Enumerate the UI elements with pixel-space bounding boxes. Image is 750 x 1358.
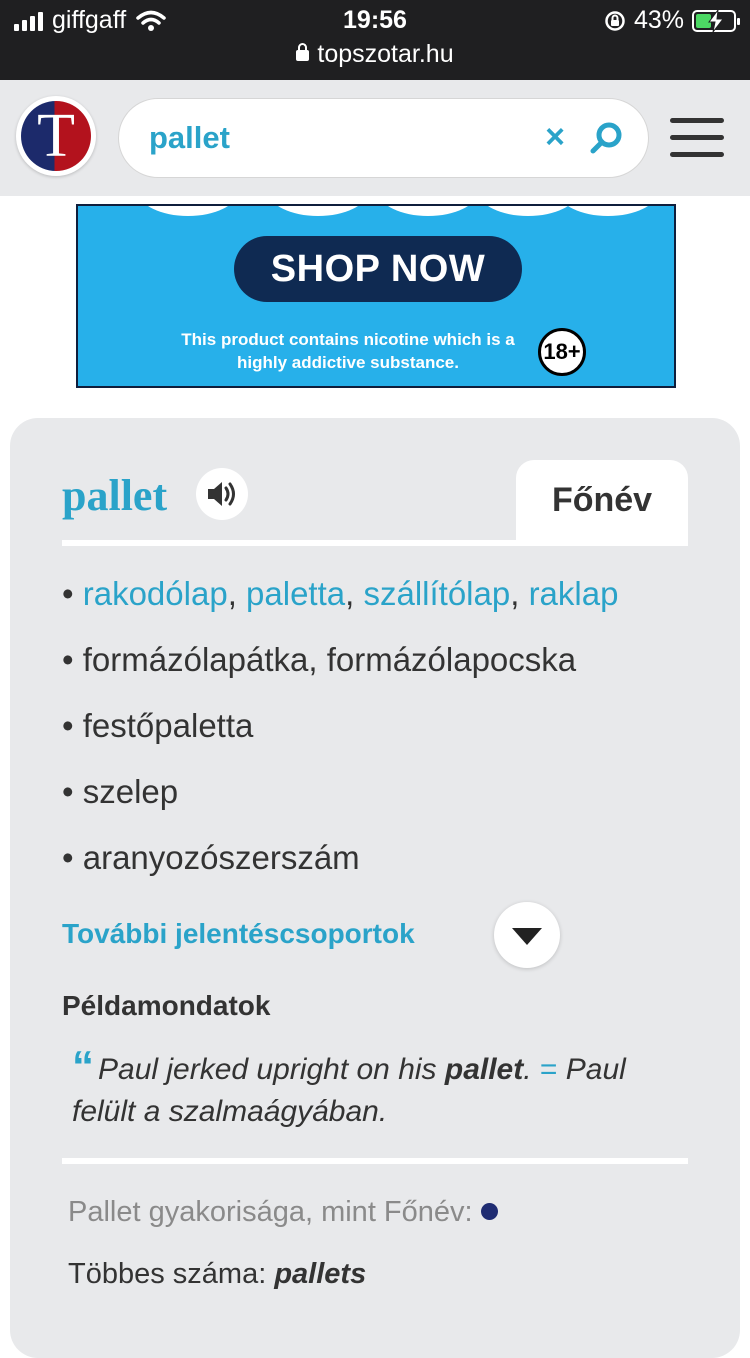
logo-letter: T [37, 102, 75, 170]
site-header: T × [0, 80, 750, 196]
pronunciation-button[interactable] [196, 468, 248, 520]
close-icon: × [545, 118, 565, 156]
age-restriction-badge: 18+ [538, 328, 586, 376]
cloud-shape [378, 206, 478, 216]
search-box: × [118, 98, 649, 178]
example-keyword: pallet [444, 1053, 524, 1086]
search-button[interactable] [587, 119, 627, 159]
examples-heading: Példamondatok [62, 990, 271, 1021]
cloud-shape [478, 206, 578, 216]
clear-search-button[interactable]: × [541, 119, 569, 159]
lock-icon [296, 43, 310, 61]
status-bar: giffgaff 19:56 43% topszotar.hu [0, 0, 750, 80]
battery-percent: 43% [633, 6, 684, 34]
dictionary-entry-card: pallet Főnév • rakodólap, paletta, száll… [10, 418, 740, 1358]
url-text: topszotar.hu [317, 40, 454, 68]
divider [62, 1158, 688, 1164]
translation-link[interactable]: paletta [246, 575, 345, 612]
example-sentence: “Paul jerked upright on his pallet. = Pa… [72, 1042, 626, 1129]
translation-link[interactable]: szállítólap [363, 575, 510, 612]
divider [62, 540, 688, 546]
plural-value: pallets [274, 1258, 367, 1290]
equals-sign: = [539, 1053, 558, 1086]
sense-text: festőpaletta [82, 707, 254, 744]
more-sense-groups-link[interactable]: További jelentéscsoportok [62, 918, 415, 950]
cloud-shape [558, 206, 658, 216]
rotation-lock-icon [605, 10, 625, 31]
tab-part-of-speech[interactable]: Főnév [516, 460, 688, 544]
plural-label: Többes száma: [68, 1258, 267, 1290]
quote-icon: “ [72, 1042, 94, 1091]
ad-disclaimer: This product contains nicotine which is … [181, 330, 515, 372]
translation-link[interactable]: raklap [529, 575, 619, 612]
frequency-row: Pallet gyakorisága, mint Főnév: [68, 1196, 498, 1229]
status-right: 43% [604, 6, 740, 35]
sense-item: • szelep [62, 773, 179, 810]
plural-row: Többes száma: pallets [68, 1258, 366, 1291]
sense-item: • formázólapátka, formázólapocska [62, 641, 577, 678]
shop-now-button[interactable]: SHOP NOW [234, 236, 522, 302]
address-bar[interactable]: topszotar.hu [0, 40, 750, 69]
sense-text: formázólapátka, formázólapocska [82, 641, 577, 678]
battery-charging-icon [692, 9, 740, 32]
headword: pallet [62, 471, 168, 520]
sense-text: aranyozószerszám [82, 839, 360, 876]
sense-item: • rakodólap, paletta, szállítólap, rakla… [62, 575, 619, 612]
translation-link[interactable]: rakodólap [83, 575, 228, 612]
sense-text: szelep [82, 773, 179, 810]
cloud-shape [268, 206, 368, 216]
frequency-label: Pallet gyakorisága, mint Főnév: [68, 1196, 473, 1228]
search-icon [590, 122, 622, 154]
sense-item: • festőpaletta [62, 707, 254, 744]
chevron-down-icon[interactable] [494, 902, 560, 968]
search-input[interactable] [149, 113, 529, 163]
speaker-icon [208, 482, 235, 506]
hamburger-menu-icon[interactable] [670, 118, 724, 158]
cloud-shape [138, 206, 238, 216]
advertisement-banner[interactable]: SHOP NOW This product contains nicotine … [76, 204, 676, 388]
sense-list: • rakodólap, paletta, szállítólap, rakla… [62, 570, 702, 900]
frequency-dot-icon [480, 1203, 498, 1220]
site-logo[interactable]: T [16, 96, 96, 176]
sense-item: • aranyozószerszám [62, 839, 360, 876]
